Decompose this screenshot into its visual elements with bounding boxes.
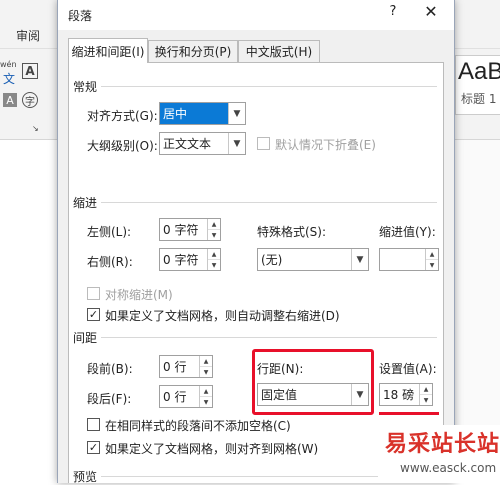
indent-right-label: 右侧(R): — [87, 255, 133, 269]
section-preview: 预览 — [73, 470, 98, 484]
collapse-checkbox[interactable] — [257, 137, 270, 150]
spin-up-icon[interactable]: ▲ — [200, 356, 212, 367]
auto-adjust-indent-checkbox[interactable]: ✓ — [87, 308, 100, 321]
phonetic-guide-icon[interactable]: wén — [0, 60, 17, 69]
watermark-url: www.easck.com — [400, 461, 497, 475]
section-indentation: 缩进 — [73, 196, 98, 210]
spacing-at-underline — [379, 412, 439, 415]
spinner-buttons[interactable]: ▲ ▼ — [199, 356, 212, 377]
section-divider — [101, 202, 437, 203]
spinner-buttons[interactable]: ▲ ▼ — [207, 249, 220, 270]
special-indent-value: (无) — [261, 253, 283, 267]
tab-indents-spacing[interactable]: 缩进和间距(I) — [68, 38, 148, 63]
spin-down-icon[interactable]: ▼ — [426, 260, 438, 270]
no-space-same-style-checkbox[interactable] — [87, 418, 100, 431]
char-shading-icon[interactable]: A — [3, 93, 17, 107]
ribbon-left: 审阅 wén 文 A A 字 ↘ — [0, 0, 62, 140]
spacing-before-label: 段前(B): — [87, 362, 133, 376]
section-spacing: 间距 — [73, 331, 98, 345]
collapse-label: 默认情况下折叠(E) — [275, 138, 376, 152]
indent-right-spinner[interactable]: 0 字符 ▲ ▼ — [159, 248, 221, 271]
spin-down-icon[interactable]: ▼ — [208, 230, 220, 240]
ribbon-divider — [0, 48, 62, 49]
spinner-buttons[interactable]: ▲ ▼ — [207, 219, 220, 240]
spin-up-icon[interactable]: ▲ — [426, 249, 438, 260]
spacing-before-spinner[interactable]: 0 行 ▲ ▼ — [159, 355, 213, 378]
tab-asian-typography[interactable]: 中文版式(H) — [238, 40, 320, 62]
spin-down-icon[interactable]: ▼ — [208, 260, 220, 270]
section-divider — [101, 86, 437, 87]
spacing-after-label: 段后(F): — [87, 392, 132, 406]
alignment-select[interactable]: 居中 ▼ — [159, 102, 246, 125]
spin-down-icon[interactable]: ▼ — [200, 367, 212, 377]
ribbon-divider-right — [455, 48, 500, 49]
section-divider — [101, 337, 437, 338]
indent-by-label: 缩进值(Y): — [379, 225, 436, 239]
mirror-indents-label: 对称缩进(M) — [105, 288, 173, 302]
indent-left-label: 左侧(L): — [87, 225, 132, 239]
spacing-at-spinner[interactable]: 18 磅 ▲ ▼ — [379, 383, 433, 406]
spin-up-icon[interactable]: ▲ — [208, 249, 220, 260]
style-name-heading1: 标题 1 — [461, 92, 497, 106]
dialog-title: 段落 — [68, 9, 93, 23]
dialog-titlebar[interactable]: 段落 ? ✕ — [58, 0, 454, 30]
spin-down-icon[interactable]: ▼ — [420, 395, 432, 405]
close-button[interactable]: ✕ — [421, 2, 441, 21]
spinner-buttons[interactable]: ▲ ▼ — [199, 386, 212, 407]
spin-up-icon[interactable]: ▲ — [420, 384, 432, 395]
alignment-value: 居中 — [163, 107, 188, 121]
special-indent-select[interactable]: (无) ▼ — [257, 248, 369, 271]
phonetic-char-icon: 文 — [3, 72, 16, 86]
spin-up-icon[interactable]: ▲ — [200, 386, 212, 397]
outline-level-label: 大纲级别(O): — [87, 139, 158, 153]
spinner-buttons[interactable]: ▲ ▼ — [425, 249, 438, 270]
auto-adjust-indent-label: 如果定义了文档网格，则自动调整右缩进(D) — [105, 309, 340, 323]
ribbon-tab-review[interactable]: 审阅 — [16, 27, 40, 44]
spin-down-icon[interactable]: ▼ — [200, 397, 212, 407]
chevron-down-icon: ▼ — [351, 249, 368, 270]
indent-right-value: 0 字符 — [163, 253, 199, 267]
tab-panel: 常规 对齐方式(G): 居中 ▼ 大纲级别(O): 正文文本 ▼ 默认情况下折叠… — [68, 62, 444, 484]
alignment-label: 对齐方式(G): — [87, 109, 158, 123]
spacing-at-value: 18 磅 — [383, 388, 415, 402]
paragraph-dialog: 段落 ? ✕ 缩进和间距(I) 换行和分页(P) 中文版式(H) 常规 对齐方式… — [57, 0, 455, 484]
spacing-after-spinner[interactable]: 0 行 ▲ ▼ — [159, 385, 213, 408]
watermark-text: 易采站长站 — [385, 431, 500, 457]
outline-level-value: 正文文本 — [163, 137, 212, 151]
tab-line-page-breaks[interactable]: 换行和分页(P) — [148, 40, 238, 62]
phonetic-guide-text: wén — [0, 60, 17, 69]
indent-by-spinner[interactable]: ▲ ▼ — [379, 248, 439, 271]
snap-to-grid-label: 如果定义了文档网格，则对齐到网格(W) — [105, 442, 319, 456]
enclose-char-icon[interactable]: 字 — [22, 92, 38, 108]
spin-up-icon[interactable]: ▲ — [208, 219, 220, 230]
chevron-down-icon: ▼ — [228, 133, 245, 154]
line-spacing-highlight — [252, 349, 374, 415]
help-button[interactable]: ? — [384, 4, 402, 19]
special-indent-label: 特殊格式(S): — [257, 225, 327, 239]
spacing-after-value: 0 行 — [163, 390, 187, 404]
section-general: 常规 — [73, 80, 98, 94]
snap-to-grid-checkbox[interactable]: ✓ — [87, 441, 100, 454]
outline-level-select[interactable]: 正文文本 ▼ — [159, 132, 246, 155]
dialog-launcher-icon[interactable]: ↘ — [32, 124, 39, 133]
spinner-buttons[interactable]: ▲ ▼ — [419, 384, 432, 405]
no-space-same-style-label: 在相同样式的段落间不添加空格(C) — [105, 419, 291, 433]
spacing-before-value: 0 行 — [163, 360, 187, 374]
char-border-icon[interactable]: A — [22, 63, 38, 79]
chevron-down-icon: ▼ — [228, 103, 245, 124]
spacing-at-label: 设置值(A): — [379, 362, 437, 376]
indent-left-spinner[interactable]: 0 字符 ▲ ▼ — [159, 218, 221, 241]
indent-left-value: 0 字符 — [163, 223, 199, 237]
mirror-indents-checkbox[interactable] — [87, 287, 100, 300]
style-preview-text: AaB — [458, 58, 500, 85]
